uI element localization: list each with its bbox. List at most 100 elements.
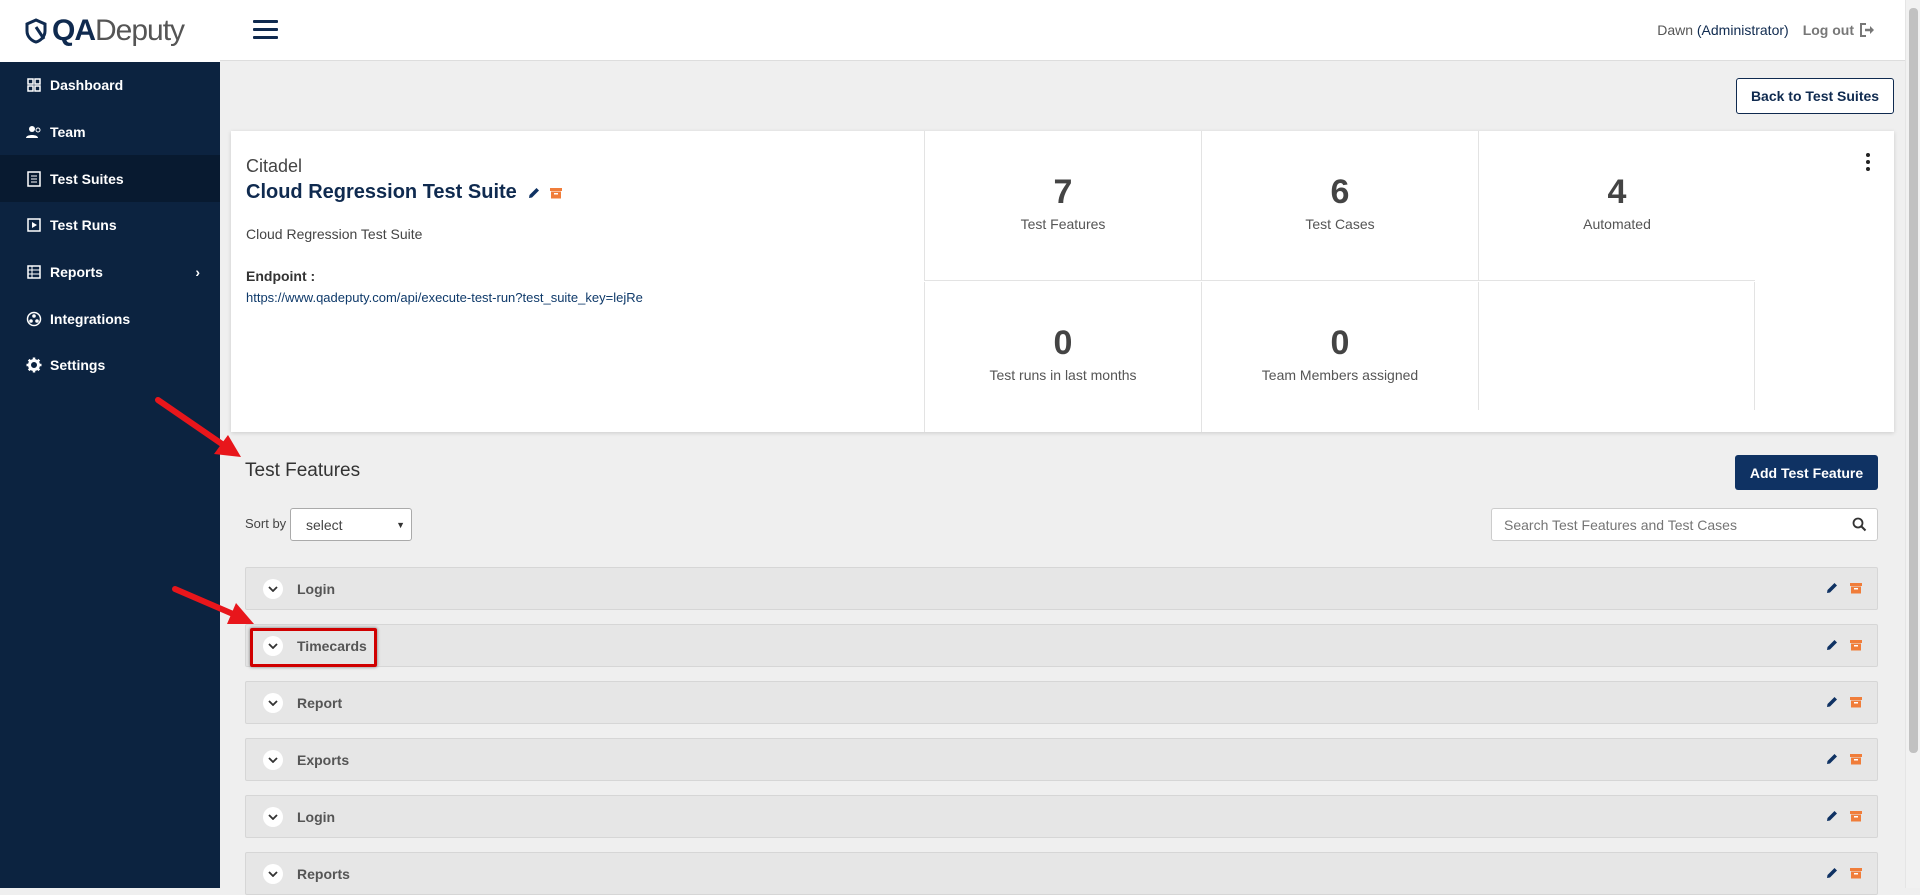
- play-icon: [26, 217, 42, 233]
- stat-label: Automated: [1583, 216, 1651, 232]
- row-actions: [1815, 809, 1863, 823]
- feature-row[interactable]: Login: [245, 795, 1878, 838]
- suite-info: Citadel Cloud Regression Test Suite Clou…: [246, 156, 926, 305]
- feature-row[interactable]: Reports: [245, 852, 1878, 895]
- sort-select-value: select: [306, 516, 343, 533]
- edit-pencil-icon[interactable]: [1825, 638, 1839, 652]
- row-actions: [1815, 695, 1863, 709]
- stat-test-cases: 6 Test Cases: [1201, 131, 1478, 281]
- hamburger-menu-icon[interactable]: [253, 20, 278, 40]
- stat-label: Test runs in last months: [989, 367, 1137, 383]
- stat-test-runs: 0 Test runs in last months: [924, 282, 1201, 432]
- page-title: Cloud Regression Test Suite: [246, 181, 517, 203]
- dashboard-icon: [26, 77, 42, 93]
- suite-title-row: Cloud Regression Test Suite: [246, 181, 926, 204]
- gear-icon: [26, 357, 42, 373]
- feature-name: Report: [297, 694, 343, 711]
- archive-icon[interactable]: [1849, 752, 1863, 766]
- archive-icon[interactable]: [1849, 638, 1863, 652]
- chevron-down-icon[interactable]: [263, 863, 283, 884]
- stat-value: 0: [1053, 324, 1073, 362]
- team-icon: [26, 124, 42, 140]
- chevron-down-icon[interactable]: [263, 749, 283, 770]
- sidebar-item-team[interactable]: Team: [0, 109, 220, 156]
- sidebar-item-reports[interactable]: Reports ›: [0, 249, 220, 296]
- edit-pencil-icon[interactable]: [1825, 866, 1839, 880]
- brand-qa: QA: [52, 14, 96, 47]
- sidebar-item-label: Test Suites: [50, 170, 124, 187]
- search-icon[interactable]: [1852, 517, 1867, 537]
- sidebar-item-integrations[interactable]: Integrations: [0, 295, 220, 342]
- stat-label: Test Features: [1020, 216, 1106, 232]
- app-logo[interactable]: QA Deputy: [0, 0, 220, 62]
- stat-label: Test Cases: [1305, 216, 1375, 232]
- row-actions: [1815, 581, 1863, 595]
- sidebar-item-label: Settings: [50, 357, 106, 374]
- caret-down-icon: ▼: [396, 520, 405, 530]
- row-actions: [1815, 638, 1863, 652]
- suite-summary-card: Citadel Cloud Regression Test Suite Clou…: [231, 131, 1894, 432]
- search-box: [1491, 508, 1878, 541]
- sidebar-item-label: Test Runs: [50, 217, 117, 234]
- archive-icon[interactable]: [1849, 866, 1863, 880]
- logout-icon: [1860, 23, 1875, 37]
- endpoint-url[interactable]: https://www.qadeputy.com/api/execute-tes…: [246, 290, 926, 305]
- stat-team-members: 0 Team Members assigned: [1201, 282, 1478, 432]
- stat-automated: 4 Automated: [1478, 131, 1755, 281]
- add-test-feature-button[interactable]: Add Test Feature: [1735, 455, 1878, 490]
- sort-select[interactable]: select ▼: [290, 508, 412, 541]
- chevron-down-icon[interactable]: [263, 806, 283, 827]
- stat-value: 0: [1330, 324, 1350, 362]
- sidebar-item-dashboard[interactable]: Dashboard: [0, 62, 220, 109]
- archive-icon[interactable]: [1849, 809, 1863, 823]
- archive-icon[interactable]: [1849, 581, 1863, 595]
- stat-label: Team Members assigned: [1261, 367, 1419, 383]
- chevron-right-icon: ›: [195, 264, 200, 281]
- more-options-icon[interactable]: [1866, 153, 1870, 174]
- edit-pencil-icon[interactable]: [1825, 581, 1839, 595]
- stat-value: 4: [1607, 173, 1627, 211]
- sidebar-item-test-suites[interactable]: Test Suites: [0, 155, 220, 203]
- feature-row[interactable]: Report: [245, 681, 1878, 724]
- logo-shield-icon: [24, 18, 48, 44]
- sidebar-item-label: Reports: [50, 264, 103, 281]
- feature-name: Login: [297, 580, 336, 597]
- test-suites-icon: [26, 170, 42, 187]
- back-to-test-suites-button[interactable]: Back to Test Suites: [1736, 78, 1894, 114]
- feature-name: Exports: [297, 751, 350, 768]
- page-scrollbar[interactable]: [1905, 0, 1920, 888]
- stat-test-features: 7 Test Features: [924, 131, 1201, 281]
- edit-pencil-icon[interactable]: [1825, 695, 1839, 709]
- scrollbar-thumb[interactable]: [1909, 8, 1918, 753]
- logout-link[interactable]: Log out: [1803, 22, 1875, 38]
- edit-pencil-icon[interactable]: [527, 186, 541, 200]
- chevron-down-icon[interactable]: [263, 578, 283, 599]
- user-role: (Administrator): [1696, 22, 1789, 38]
- project-name: Citadel: [246, 156, 303, 176]
- archive-icon[interactable]: [1849, 695, 1863, 709]
- sidebar-item-settings[interactable]: Settings: [0, 342, 220, 389]
- archive-icon[interactable]: [549, 186, 563, 200]
- search-input[interactable]: [1492, 509, 1832, 540]
- edit-pencil-icon[interactable]: [1825, 752, 1839, 766]
- feature-row[interactable]: Login: [245, 567, 1878, 610]
- sort-label: Sort by: [245, 516, 287, 531]
- user-name: Dawn: [1657, 22, 1693, 38]
- feature-row[interactable]: Exports: [245, 738, 1878, 781]
- sidebar-item-test-runs[interactable]: Test Runs: [0, 202, 220, 249]
- edit-pencil-icon[interactable]: [1825, 809, 1839, 823]
- sidebar-item-label: Integrations: [50, 310, 131, 327]
- sidebar: Dashboard Team Test Suites Test Runs Rep…: [0, 62, 220, 888]
- integrations-icon: [26, 311, 42, 327]
- chevron-down-icon[interactable]: [263, 692, 283, 713]
- highlight-box: [250, 628, 377, 667]
- feature-name: Reports: [297, 865, 350, 882]
- section-title: Test Features: [245, 460, 361, 481]
- row-actions: [1815, 752, 1863, 766]
- stat-empty-cell: [1478, 282, 1755, 410]
- brand-deputy: Deputy: [95, 14, 185, 47]
- feature-row[interactable]: Timecards: [245, 624, 1878, 667]
- sidebar-item-label: Dashboard: [50, 77, 124, 94]
- feature-name: Login: [297, 808, 336, 825]
- stat-value: 7: [1053, 173, 1073, 211]
